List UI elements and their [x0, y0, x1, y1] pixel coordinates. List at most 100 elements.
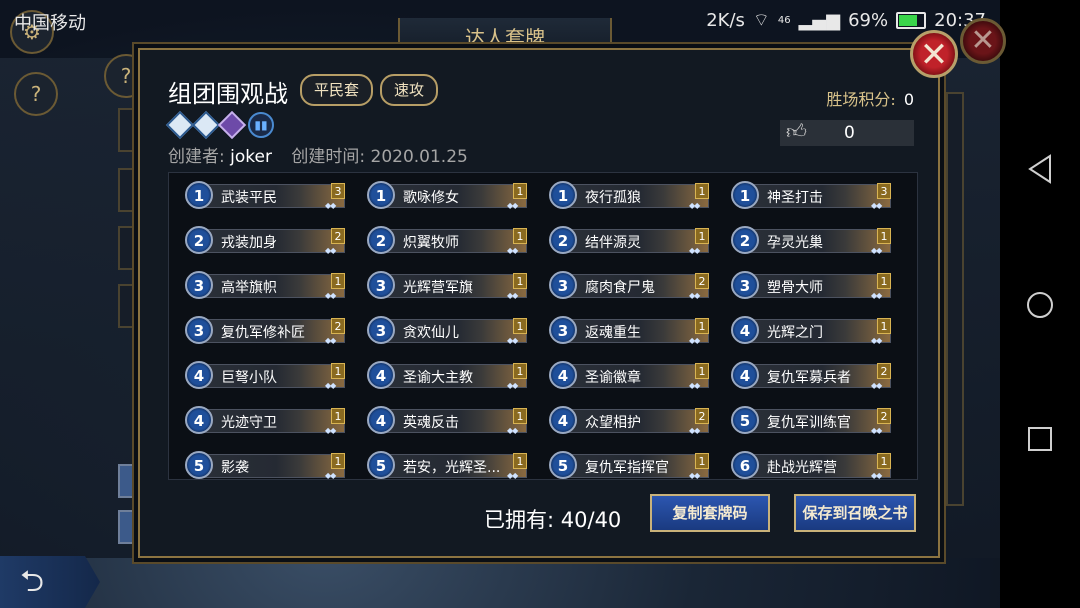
card-entry[interactable]: 1 歌咏修女 1 ◆◆ — [367, 181, 527, 211]
card-rarity-icon: ◆◆ — [689, 336, 700, 345]
card-quantity: 1 — [513, 318, 527, 334]
card-cost: 4 — [731, 316, 759, 344]
like-counter[interactable]: 👍︎ 0 — [780, 118, 914, 146]
card-name: 光辉之门 — [767, 325, 823, 341]
card-entry[interactable]: 1 夜行孤狼 1 ◆◆ — [549, 181, 709, 211]
card-name: 光辉营军旗 — [403, 280, 473, 296]
card-rarity-icon: ◆◆ — [871, 336, 882, 345]
card-entry[interactable]: 1 神圣打击 3 ◆◆ — [731, 181, 891, 211]
card-name: 返魂重生 — [585, 325, 641, 341]
card-name: 神圣打击 — [767, 190, 823, 206]
card-entry[interactable]: 4 复仇军募兵者 2 ◆◆ — [731, 361, 891, 391]
card-entry[interactable]: 4 圣谕徽章 1 ◆◆ — [549, 361, 709, 391]
wifi-icon: ⌔ — [752, 10, 770, 31]
card-cost: 4 — [367, 361, 395, 389]
owned-count: 已拥有: 40/40 — [484, 504, 621, 534]
card-rarity-icon: ◆◆ — [325, 246, 336, 255]
card-entry[interactable]: 1 武装平民 3 ◆◆ — [185, 181, 345, 211]
card-cost: 3 — [549, 271, 577, 299]
card-cost: 5 — [185, 451, 213, 479]
card-entry[interactable]: 6 赴战光辉营 1 ◆◆ — [731, 451, 891, 479]
card-entry[interactable]: 3 返魂重生 1 ◆◆ — [549, 316, 709, 346]
card-cost: 3 — [731, 271, 759, 299]
card-quantity: 1 — [695, 363, 709, 379]
save-to-summon-book-button[interactable]: 保存到召唤之书 — [794, 494, 916, 532]
status-bar: 中国移动 2K/s ⌔ 46 ▂▄▆ 69% 20:37 — [0, 0, 1000, 40]
card-entry[interactable]: 4 众望相护 2 ◆◆ — [549, 406, 709, 436]
card-cost: 3 — [367, 271, 395, 299]
card-entry[interactable]: 5 影袭 1 ◆◆ — [185, 451, 345, 479]
card-name: 贪欢仙儿 — [403, 325, 459, 341]
owned-value: 40/40 — [560, 508, 622, 532]
card-quantity: 1 — [513, 408, 527, 424]
card-entry[interactable]: 4 英魂反击 1 ◆◆ — [367, 406, 527, 436]
faction-gem-icon — [217, 110, 247, 140]
card-entry[interactable]: 4 光迹守卫 1 ◆◆ — [185, 406, 345, 436]
faction-gem-icon — [165, 110, 195, 140]
card-entry[interactable]: 3 光辉营军旗 1 ◆◆ — [367, 271, 527, 301]
card-list[interactable]: 1 武装平民 3 ◆◆ 1 歌咏修女 1 ◆◆ 1 夜行孤狼 1 ◆◆ 1 神圣打击 3 ◆◆ 2 戎装加身 2 ◆◆… — [168, 172, 918, 480]
card-name: 夜行孤狼 — [585, 190, 641, 206]
card-entry[interactable]: 4 光辉之门 1 ◆◆ — [731, 316, 891, 346]
card-cost: 4 — [367, 406, 395, 434]
card-name: 孕灵光巢 — [767, 235, 823, 251]
card-entry[interactable]: 4 巨弩小队 1 ◆◆ — [185, 361, 345, 391]
card-rarity-icon: ◆◆ — [325, 291, 336, 300]
card-entry[interactable]: 3 贪欢仙儿 1 ◆◆ — [367, 316, 527, 346]
card-name: 武装平民 — [221, 190, 277, 206]
card-rarity-icon: ◆◆ — [325, 336, 336, 345]
card-cost: 4 — [731, 361, 759, 389]
card-name: 复仇军指挥官 — [585, 460, 669, 476]
card-entry[interactable]: 5 复仇军指挥官 1 ◆◆ — [549, 451, 709, 479]
faction-gem-icon — [191, 110, 221, 140]
nav-home-icon[interactable] — [1025, 290, 1055, 320]
card-quantity: 2 — [695, 408, 709, 424]
stats-icon[interactable]: ▮▮ — [248, 112, 274, 138]
deck-tag-budget: 平民套 — [300, 74, 374, 106]
close-icon[interactable]: ✕ — [910, 30, 958, 78]
card-quantity: 2 — [877, 408, 891, 424]
card-entry[interactable]: 2 孕灵光巢 1 ◆◆ — [731, 226, 891, 256]
card-rarity-icon: ◆◆ — [507, 426, 518, 435]
card-entry[interactable]: 4 圣谕大主教 1 ◆◆ — [367, 361, 527, 391]
card-entry[interactable]: 2 炽翼牧师 1 ◆◆ — [367, 226, 527, 256]
deck-name: 组团围观战 — [168, 80, 288, 108]
battery-percent: 69% — [848, 10, 889, 31]
card-name: 若安，光辉圣... — [403, 460, 501, 476]
card-entry[interactable]: 5 复仇军训练官 2 ◆◆ — [731, 406, 891, 436]
card-name: 塑骨大师 — [767, 280, 823, 296]
card-entry[interactable]: 5 若安，光辉圣... 1 ◆◆ — [367, 451, 527, 479]
card-entry[interactable]: 3 塑骨大师 1 ◆◆ — [731, 271, 891, 301]
owned-label: 已拥有: — [484, 508, 555, 532]
copy-deck-code-button[interactable]: 复制套牌码 — [650, 494, 770, 532]
card-rarity-icon: ◆◆ — [871, 246, 882, 255]
card-cost: 3 — [367, 316, 395, 344]
thumbs-up-icon[interactable]: 👍︎ — [786, 118, 807, 144]
card-cost: 5 — [549, 451, 577, 479]
card-entry[interactable]: 3 复仇军修补匠 2 ◆◆ — [185, 316, 345, 346]
carrier-name: 中国移动 — [14, 13, 86, 34]
card-rarity-icon: ◆◆ — [507, 201, 518, 210]
nav-back-icon[interactable] — [1026, 154, 1054, 184]
card-entry[interactable]: 3 腐肉食尸鬼 2 ◆◆ — [549, 271, 709, 301]
back-button[interactable]: ⮌ — [0, 556, 100, 608]
win-score-value: 0 — [903, 90, 914, 109]
card-entry[interactable]: 2 戎装加身 2 ◆◆ — [185, 226, 345, 256]
win-score: 胜场积分: 0 — [826, 86, 914, 110]
card-entry[interactable]: 3 高举旗帜 1 ◆◆ — [185, 271, 345, 301]
card-name: 歌咏修女 — [403, 190, 459, 206]
card-cost: 1 — [731, 181, 759, 209]
nav-recents-icon[interactable] — [1027, 426, 1053, 452]
card-rarity-icon: ◆◆ — [507, 381, 518, 390]
card-cost: 3 — [549, 316, 577, 344]
card-quantity: 1 — [513, 228, 527, 244]
card-name: 圣谕大主教 — [403, 370, 473, 386]
card-quantity: 2 — [331, 228, 345, 244]
card-name: 高举旗帜 — [221, 280, 277, 296]
card-entry[interactable]: 2 结伴源灵 1 ◆◆ — [549, 226, 709, 256]
card-cost: 4 — [185, 361, 213, 389]
question-icon[interactable]: ? — [14, 72, 58, 116]
deck-creator-info: 创建者: joker 创建时间: 2020.01.25 — [168, 142, 468, 167]
card-quantity: 1 — [877, 318, 891, 334]
card-quantity: 1 — [331, 363, 345, 379]
